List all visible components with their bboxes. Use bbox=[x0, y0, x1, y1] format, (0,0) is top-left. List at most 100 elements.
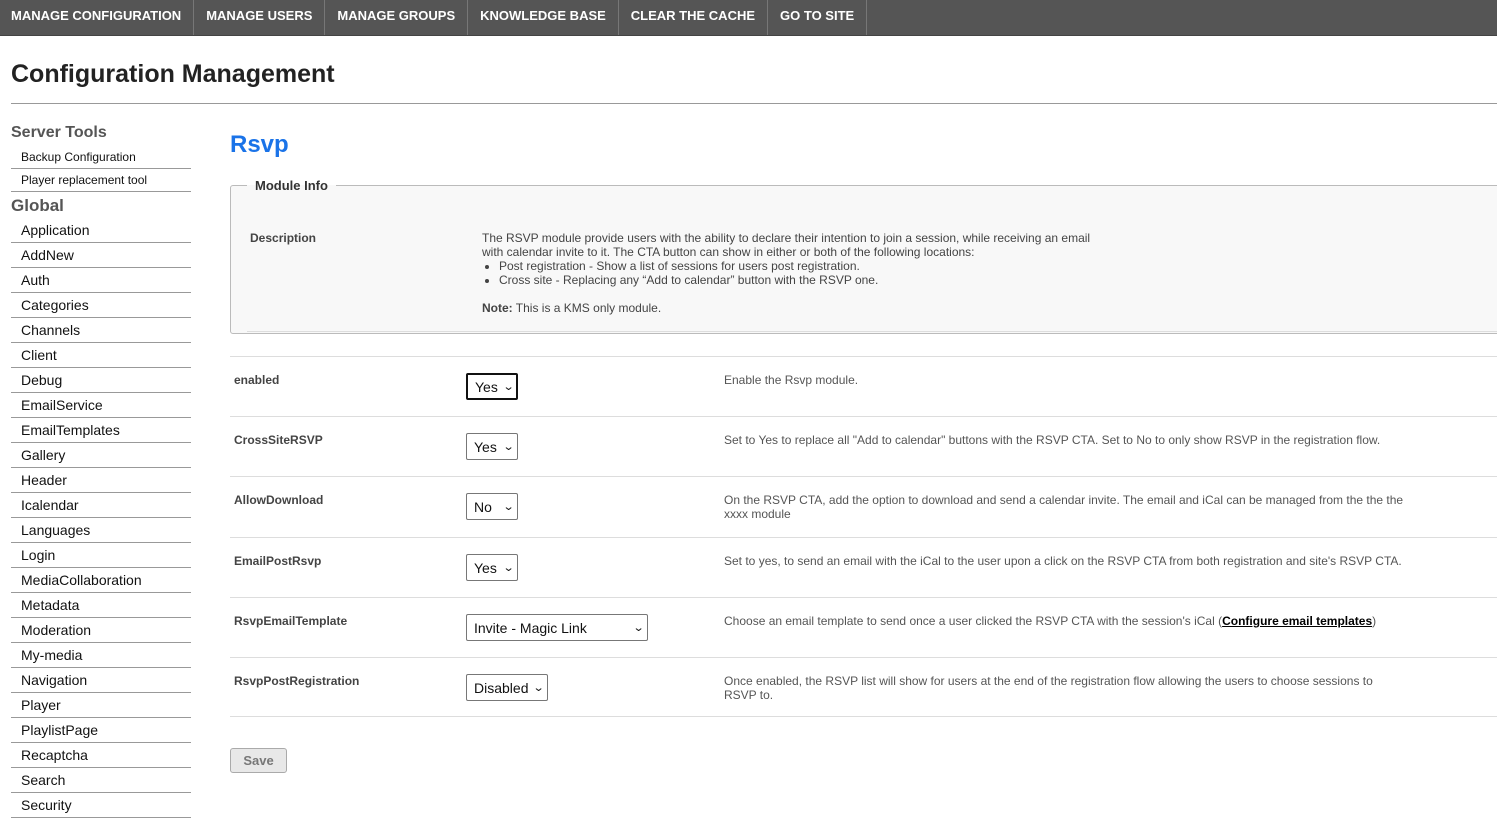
module-title: Rsvp bbox=[230, 131, 289, 158]
sidebar-item-languages[interactable]: Languages bbox=[11, 518, 191, 543]
description-label: Description bbox=[250, 231, 317, 245]
crosssitersvp-select[interactable]: Yes ⌄ bbox=[466, 433, 518, 460]
setting-row-crosssitersvp: CrossSiteRSVP Yes ⌄ Set to Yes to replace a… bbox=[230, 416, 1497, 476]
sidebar-item-my-media[interactable]: My-media bbox=[11, 643, 191, 668]
sidebar-item-security[interactable]: Security bbox=[11, 793, 191, 818]
setting-row-emailpostrsvp: EmailPostRsvp Yes ⌄ Set to yes, to send an … bbox=[230, 537, 1497, 597]
nav-knowledge-base[interactable]: KNOWLEDGE BASE bbox=[468, 0, 619, 35]
nav-clear-cache[interactable]: CLEAR THE CACHE bbox=[619, 0, 769, 35]
emailpostrsvp-select[interactable]: Yes ⌄ bbox=[466, 554, 518, 581]
sidebar-item-recaptcha[interactable]: Recaptcha bbox=[11, 743, 191, 768]
module-info-legend: Module Info bbox=[255, 178, 328, 193]
configure-email-templates-link[interactable]: Configure email templates bbox=[1222, 614, 1372, 628]
sidebar-heading-global: Global bbox=[11, 196, 64, 215]
chevron-down-icon: ⌄ bbox=[502, 501, 515, 513]
module-info-divider bbox=[247, 331, 1497, 332]
setting-label: RsvpPostRegistration bbox=[234, 674, 360, 688]
help-text: Enable the Rsvp module. bbox=[724, 373, 859, 387]
select-value: Yes bbox=[475, 378, 498, 395]
sidebar-item-application[interactable]: Application bbox=[11, 218, 191, 243]
chevron-down-icon: ⌄ bbox=[502, 381, 515, 393]
note-label: Note: bbox=[482, 301, 513, 315]
setting-control: No ⌄ bbox=[466, 493, 518, 520]
setting-help: Once enabled, the RSVP list will show fo… bbox=[724, 674, 1404, 702]
global-modules-list: Application AddNew Auth Categories Channels C… bbox=[11, 218, 191, 818]
help-text: Set to yes, to send an email with the iC… bbox=[724, 554, 1402, 568]
rsvpemailtemplate-select[interactable]: Invite - Magic Link ⌄ bbox=[466, 614, 648, 641]
sidebar-heading-server-tools: Server Tools bbox=[11, 124, 107, 141]
note-text: This is a KMS only module. bbox=[512, 301, 662, 315]
setting-label: EmailPostRsvp bbox=[234, 554, 322, 568]
module-note: Note: This is a KMS only module. bbox=[482, 301, 1102, 315]
chevron-down-icon: ⌄ bbox=[502, 562, 515, 574]
nav-manage-groups[interactable]: MANAGE GROUPS bbox=[325, 0, 469, 35]
help-text: On the RSVP CTA, add the option to downl… bbox=[724, 493, 1404, 521]
sidebar-item-emailservice[interactable]: EmailService bbox=[11, 393, 191, 418]
sidebar-item-emailtemplates[interactable]: EmailTemplates bbox=[11, 418, 191, 443]
description-item: Post registration - Show a list of sessi… bbox=[499, 259, 1102, 273]
description-list: Post registration - Show a list of sessi… bbox=[482, 259, 1102, 287]
sidebar-item-channels[interactable]: Channels bbox=[11, 318, 191, 343]
module-info-panel: Module Info Description The RSVP module … bbox=[230, 178, 1497, 334]
select-value: Yes bbox=[474, 559, 497, 576]
setting-label: AllowDownload bbox=[234, 493, 324, 507]
setting-row-allowdownload: AllowDownload No ⌄ On the RSVP CTA, add the… bbox=[230, 476, 1497, 537]
help-text: Set to Yes to replace all "Add to calend… bbox=[724, 433, 1381, 447]
server-tools-list: Backup Configuration Player replacement t… bbox=[11, 146, 191, 192]
setting-help: Set to yes, to send an email with the iC… bbox=[724, 554, 1404, 568]
description-body: The RSVP module provide users with the a… bbox=[482, 231, 1091, 259]
sidebar-item-player-replacement-tool[interactable]: Player replacement tool bbox=[11, 169, 191, 192]
nav-manage-users[interactable]: MANAGE USERS bbox=[194, 0, 326, 35]
save-button[interactable]: Save bbox=[230, 748, 287, 773]
sidebar-item-auth[interactable]: Auth bbox=[11, 268, 191, 293]
help-text: Once enabled, the RSVP list will show fo… bbox=[724, 674, 1373, 702]
sidebar-item-mediacollaboration[interactable]: MediaCollaboration bbox=[11, 568, 191, 593]
sidebar-item-debug[interactable]: Debug bbox=[11, 368, 191, 393]
select-value: No bbox=[474, 498, 492, 515]
title-divider bbox=[11, 103, 1497, 104]
sidebar-item-header[interactable]: Header bbox=[11, 468, 191, 493]
nav-manage-configuration[interactable]: MANAGE CONFIGURATION bbox=[0, 0, 195, 35]
setting-help: On the RSVP CTA, add the option to downl… bbox=[724, 493, 1404, 521]
setting-row-enabled: enabled Yes ⌄ Enable the Rsvp module. bbox=[230, 356, 1497, 416]
sidebar-item-moderation[interactable]: Moderation bbox=[11, 618, 191, 643]
setting-control: Yes ⌄ bbox=[466, 554, 518, 581]
sidebar-item-backup-configuration[interactable]: Backup Configuration bbox=[11, 146, 191, 169]
setting-label: RsvpEmailTemplate bbox=[234, 614, 348, 628]
sidebar-item-icalendar[interactable]: Icalendar bbox=[11, 493, 191, 518]
allowdownload-select[interactable]: No ⌄ bbox=[466, 493, 518, 520]
sidebar-item-playlistpage[interactable]: PlaylistPage bbox=[11, 718, 191, 743]
setting-help: Choose an email template to send once a … bbox=[724, 614, 1404, 628]
enabled-select[interactable]: Yes ⌄ bbox=[466, 373, 518, 400]
chevron-down-icon: ⌄ bbox=[502, 441, 515, 453]
sidebar-item-metadata[interactable]: Metadata bbox=[11, 593, 191, 618]
sidebar-item-player[interactable]: Player bbox=[11, 693, 191, 718]
sidebar-item-login[interactable]: Login bbox=[11, 543, 191, 568]
setting-control: Yes ⌄ bbox=[466, 373, 518, 400]
page-title: Configuration Management bbox=[11, 60, 335, 88]
sidebar-item-gallery[interactable]: Gallery bbox=[11, 443, 191, 468]
sidebar-item-client[interactable]: Client bbox=[11, 343, 191, 368]
setting-help: Set to Yes to replace all "Add to calend… bbox=[724, 433, 1404, 447]
nav-go-to-site[interactable]: GO TO SITE bbox=[768, 0, 868, 35]
chevron-down-icon: ⌄ bbox=[632, 622, 645, 634]
sidebar-item-search[interactable]: Search bbox=[11, 768, 191, 793]
sidebar: Server Tools Backup Configuration Player … bbox=[11, 122, 191, 818]
setting-row-rsvpemailtemplate: RsvpEmailTemplate Invite - Magic Link ⌄ Cho… bbox=[230, 597, 1497, 657]
help-text: Choose an email template to send once a … bbox=[724, 614, 1223, 628]
description-item: Cross site - Replacing any “Add to calen… bbox=[499, 273, 1102, 287]
help-suffix: ) bbox=[1372, 614, 1377, 628]
sidebar-item-navigation[interactable]: Navigation bbox=[11, 668, 191, 693]
rsvppostregistration-select[interactable]: Disabled ⌄ bbox=[466, 674, 548, 701]
sidebar-item-categories[interactable]: Categories bbox=[11, 293, 191, 318]
top-nav: MANAGE CONFIGURATION MANAGE USERS MANAGE… bbox=[0, 0, 1497, 36]
setting-row-rsvppostregistration: RsvpPostRegistration Disabled ⌄ Once enable… bbox=[230, 657, 1497, 717]
setting-label: enabled bbox=[234, 373, 280, 387]
chevron-down-icon: ⌄ bbox=[533, 682, 546, 694]
select-value: Disabled bbox=[474, 679, 529, 696]
setting-control: Disabled ⌄ bbox=[466, 674, 548, 701]
sidebar-item-addnew[interactable]: AddNew bbox=[11, 243, 191, 268]
setting-help: Enable the Rsvp module. bbox=[724, 373, 1404, 387]
description-text: The RSVP module provide users with the a… bbox=[482, 231, 1102, 315]
setting-label: CrossSiteRSVP bbox=[234, 433, 323, 447]
